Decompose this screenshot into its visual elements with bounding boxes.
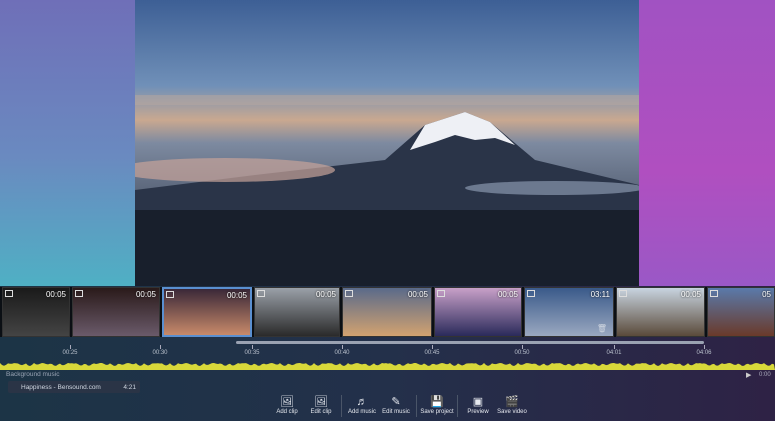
clip-duration: 00:05 (315, 290, 336, 299)
edit-clip-icon: 🖼 (314, 396, 328, 408)
timeline-ruler (0, 337, 775, 359)
ruler-tick (160, 345, 161, 349)
add-clip-button[interactable]: 🖼 Add clip (270, 395, 304, 415)
ruler-tick (522, 345, 523, 349)
delete-clip-icon[interactable]: 🗑 (597, 324, 607, 333)
clip-thumbnail[interactable]: 00:05 (2, 287, 70, 337)
ruler-tick (252, 345, 253, 349)
clip-thumbnail[interactable]: 05 (707, 287, 775, 337)
clip-duration: 00:05 (497, 290, 518, 299)
playback-time: 0:00 (759, 372, 771, 378)
play-icon[interactable]: ▶ (746, 371, 751, 379)
music-track-length: 4:21 (123, 383, 136, 391)
preview-left-backdrop (0, 0, 135, 286)
save-video-icon: 🎬 (505, 396, 519, 408)
save-video-button[interactable]: 🎬 Save video (495, 395, 529, 415)
edit-clip-button[interactable]: 🖼 Edit clip (304, 395, 338, 415)
toolbar-label: Save project (420, 409, 454, 415)
preview-icon: ▣ (472, 396, 484, 408)
image-clip-icon (345, 290, 353, 297)
toolbar-label: Edit clip (310, 409, 332, 415)
image-clip-icon (257, 290, 265, 297)
toolbar-label: Save video (497, 409, 527, 415)
toolbar-divider (416, 395, 417, 417)
music-waveform (0, 363, 775, 370)
clip-duration: 00:05 (45, 290, 66, 299)
image-clip-icon (75, 290, 83, 297)
image-clip-icon (437, 290, 445, 297)
add-clip-icon: 🖼 (280, 396, 294, 408)
ruler-label: 00:35 (244, 350, 260, 356)
ruler-label: 00:40 (334, 350, 350, 356)
preview-right-backdrop (639, 0, 775, 286)
clip-thumbnail[interactable]: 00:05 (162, 287, 252, 337)
clip-duration: 03:11 (590, 290, 610, 299)
image-clip-icon (166, 291, 174, 298)
video-editor: 00:05 00:05 00:05 00:05 00:05 00:05 03:11 🗑 00:0… (0, 0, 775, 421)
clip-thumbnail[interactable]: 00:05 (616, 287, 705, 337)
ruler-tick (432, 345, 433, 349)
background-music-label: Background music (6, 371, 60, 378)
clip-thumbnail[interactable]: 00:05 (342, 287, 432, 337)
toolbar: 🖼 Add clip 🖼 Edit clip ♬ Add music ✎ Edit music… (270, 395, 529, 421)
clip-duration: 00:05 (226, 291, 247, 300)
ruler-label: 04:06 (696, 350, 712, 356)
clip-thumbnail[interactable]: 03:11 🗑 (524, 287, 614, 337)
ruler-tick (704, 345, 705, 349)
clip-duration: 00:05 (407, 290, 428, 299)
ruler-label: 00:50 (514, 350, 530, 356)
clip-duration: 05 (762, 290, 771, 299)
ruler-tick (342, 345, 343, 349)
toolbar-divider (457, 395, 458, 417)
add-music-icon: ♬ (356, 396, 368, 408)
image-clip-icon (710, 290, 718, 297)
toolbar-label: Add clip (276, 409, 298, 415)
clip-duration: 00:05 (135, 290, 156, 299)
music-track[interactable]: Happiness - Bensound.com 4:21 (8, 381, 140, 393)
toolbar-label: Add music (347, 409, 376, 415)
clip-duration: 00:05 (680, 290, 701, 299)
toolbar-label: Edit music (382, 409, 410, 415)
toolbar-label: Preview (467, 409, 489, 415)
video-clip-icon (527, 290, 535, 297)
edit-music-icon: ✎ (391, 396, 401, 408)
edit-music-button[interactable]: ✎ Edit music (379, 395, 413, 415)
ruler-label: 00:30 (152, 350, 168, 356)
save-project-button[interactable]: 💾 Save project (420, 395, 454, 415)
clip-thumbnail[interactable]: 00:05 (72, 287, 160, 337)
ruler-label: 04:01 (606, 350, 622, 356)
ruler-tick (70, 345, 71, 349)
ruler-tick (614, 345, 615, 349)
save-project-icon: 💾 (430, 396, 444, 408)
clip-thumbnail[interactable]: 00:05 (434, 287, 522, 337)
clip-thumbnail[interactable]: 00:05 (254, 287, 340, 337)
preview-image (135, 0, 639, 286)
preview-button[interactable]: ▣ Preview (461, 395, 495, 415)
video-clip-icon (5, 290, 13, 297)
clip-timeline: 00:05 00:05 00:05 00:05 00:05 00:05 03:11 🗑 00:0… (0, 287, 775, 337)
music-track-name: Happiness - Bensound.com (21, 383, 101, 391)
toolbar-divider (341, 395, 342, 417)
ruler-label: 00:25 (62, 350, 78, 356)
add-music-button[interactable]: ♬ Add music (345, 395, 379, 415)
ruler-label: 00:45 (424, 350, 440, 356)
image-clip-icon (619, 290, 627, 297)
